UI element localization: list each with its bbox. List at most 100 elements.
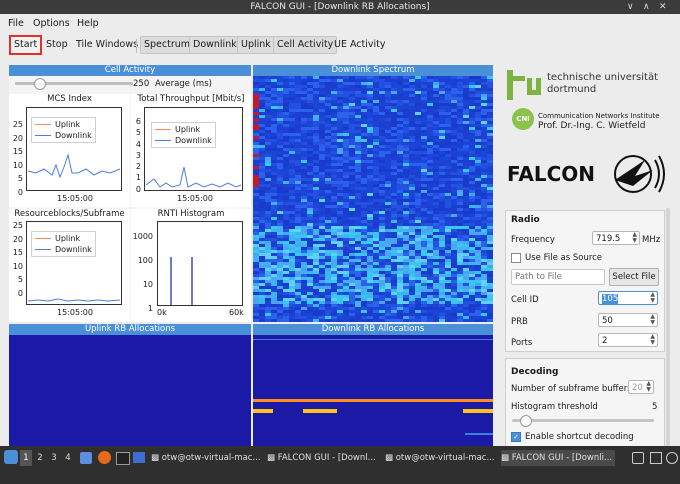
throughput-ytick: 2 <box>135 162 141 172</box>
path-to-file-input[interactable] <box>511 269 605 285</box>
legend-uplink: Uplink <box>55 234 81 243</box>
rb-ytick: 20 <box>12 234 23 244</box>
rnti-axes <box>157 221 243 306</box>
subframe-buffers-input[interactable]: 20 ▲ ▼ <box>628 380 654 394</box>
shortcut-decoding-checkbox[interactable]: ✓ <box>511 432 521 442</box>
average-value: 250 <box>133 79 150 89</box>
histogram-threshold-label: Histogram threshold <box>511 402 598 412</box>
terminal-icon[interactable] <box>116 452 130 465</box>
mcs-xtick: 15:05:00 <box>57 194 93 203</box>
spinner-arrows-icon[interactable]: ▲ ▼ <box>650 292 655 304</box>
spinner-arrows-icon[interactable]: ▲ ▼ <box>646 381 651 393</box>
mcs-index-plot: MCS Index 25 20 15 10 5 0 Uplink Downlin… <box>9 94 130 207</box>
histogram-threshold-handle[interactable] <box>520 415 533 427</box>
task-terminal-1[interactable]: ▩ otw@otw-virtual-mac... <box>151 450 265 466</box>
chat-icon[interactable] <box>133 452 145 463</box>
histogram-threshold-value: 5 <box>652 402 658 412</box>
decoding-title: Decoding <box>511 367 559 377</box>
spinner-arrows-icon[interactable]: ▲ ▼ <box>632 232 637 244</box>
cni-text: Communication Networks Institute Prof. D… <box>538 111 660 131</box>
select-file-button[interactable]: Select File <box>609 268 659 286</box>
mcs-ytick: 25 <box>12 120 23 129</box>
minimize-icon[interactable]: ∨ <box>627 0 634 14</box>
rnti-histogram-plot: RNTI Histogram 1000 100 10 1 0k 60k <box>131 209 251 322</box>
workspace-3[interactable]: 3 <box>48 450 60 466</box>
maximize-icon[interactable]: ∧ <box>643 0 650 14</box>
network-icon[interactable] <box>650 452 662 464</box>
frequency-input[interactable]: 719.5 ▲ ▼ <box>592 231 640 245</box>
ue-activity-button[interactable]: UE Activity <box>331 37 389 53</box>
task-label: otw@otw-virtual-mac... <box>395 453 495 463</box>
ports-label: Ports <box>511 338 533 348</box>
average-slider-handle[interactable] <box>34 78 47 90</box>
mcs-ytick: 20 <box>12 133 23 143</box>
uplink-rb-header: Uplink RB Allocations <box>9 324 251 335</box>
tu-dortmund-text: technische universität dortmund <box>547 72 658 96</box>
rb-allocation-block <box>463 409 493 413</box>
task-label: FALCON GUI - [Downl... <box>277 453 376 463</box>
rb-ytick: 0 <box>17 288 23 298</box>
cni-line2: Prof. Dr.-Ing. C. Wietfeld <box>538 121 646 131</box>
prb-input[interactable]: 50 ▲ ▼ <box>598 313 658 327</box>
uplink-toggle[interactable]: Uplink <box>237 36 275 54</box>
cell-activity-toggle[interactable]: Cell Activity <box>273 36 338 54</box>
throughput-legend: Uplink Downlink <box>151 122 216 148</box>
rb-ytick: 25 <box>12 221 23 230</box>
menu-help[interactable]: Help <box>77 18 99 29</box>
legend-downlink: Downlink <box>175 136 212 145</box>
downlink-rb-header: Downlink RB Allocations <box>253 324 493 335</box>
volume-icon[interactable] <box>632 452 644 464</box>
average-label: Average (ms) <box>155 79 212 89</box>
cell-id-value: 105 <box>602 294 619 304</box>
workspace-2[interactable]: 2 <box>34 450 46 466</box>
radio-group: Radio Frequency 719.5 ▲ ▼ MHz Use File as … <box>505 210 665 352</box>
legend-uplink: Uplink <box>175 125 201 134</box>
close-icon[interactable]: ✕ <box>659 0 667 14</box>
tu-line2: dortmund <box>547 84 597 95</box>
rnti-ytick: 1000 <box>132 232 153 241</box>
throughput-title: Total Throughput [Mbit/s] <box>137 94 245 104</box>
spinner-arrows-icon[interactable]: ▲ ▼ <box>650 334 655 346</box>
throughput-ytick: 4 <box>135 139 141 149</box>
spinner-arrows-icon[interactable]: ▲ ▼ <box>650 314 655 326</box>
mcs-ytick: 0 <box>17 187 23 197</box>
uplink-rb-allocations <box>9 335 251 446</box>
cni-logo-icon: CNI <box>512 108 534 130</box>
rb-allocation-line <box>253 339 493 340</box>
radio-title: Radio <box>511 215 540 225</box>
cell-id-input[interactable]: 105 ▲ ▼ <box>598 291 658 305</box>
toolbar-separator <box>136 39 137 53</box>
downlink-toggle[interactable]: Downlink <box>189 36 241 54</box>
frequency-value: 719.5 <box>596 234 621 244</box>
task-falcon-1[interactable]: ▩ FALCON GUI - [Downl... <box>267 450 381 466</box>
rnti-xtick: 0k <box>157 308 167 317</box>
task-terminal-2[interactable]: ▩ otw@otw-virtual-mac... <box>385 450 499 466</box>
file-manager-icon[interactable] <box>80 452 92 464</box>
cell-id-label: Cell ID <box>511 295 539 305</box>
use-file-checkbox[interactable] <box>511 253 521 263</box>
spectrum-toggle[interactable]: Spectrum <box>140 36 195 54</box>
spectrum-row <box>253 319 493 322</box>
start-button[interactable]: Start <box>9 35 43 55</box>
ports-input[interactable]: 2 ▲ ▼ <box>598 333 658 347</box>
frequency-unit: MHz <box>642 235 661 245</box>
mcs-ytick: 10 <box>12 160 23 170</box>
workspace-4[interactable]: 4 <box>62 450 74 466</box>
firefox-icon[interactable] <box>98 451 111 464</box>
stop-button[interactable]: Stop <box>43 37 71 53</box>
window-title: FALCON GUI - [Downlink RB Allocations] <box>250 2 430 12</box>
tile-windows-button[interactable]: Tile Windows <box>73 37 141 53</box>
menu-options[interactable]: Options <box>33 18 70 29</box>
rb-allocation-block <box>303 409 337 413</box>
workspace-1[interactable]: 1 <box>20 450 32 466</box>
power-icon[interactable] <box>666 452 678 464</box>
falcon-bird-icon <box>614 155 665 193</box>
resourceblocks-title: Resourceblocks/Subframe <box>14 209 125 219</box>
menu-file[interactable]: File <box>8 18 24 29</box>
right-panel-scrollbar[interactable] <box>666 208 670 446</box>
throughput-xtick: 15:05:00 <box>177 194 213 203</box>
histogram-threshold-slider[interactable] <box>512 419 654 422</box>
task-falcon-2[interactable]: ▩ FALCON GUI - [Downli... <box>501 450 615 466</box>
average-slider-track[interactable] <box>15 82 133 85</box>
app-menu-icon[interactable] <box>4 450 18 464</box>
